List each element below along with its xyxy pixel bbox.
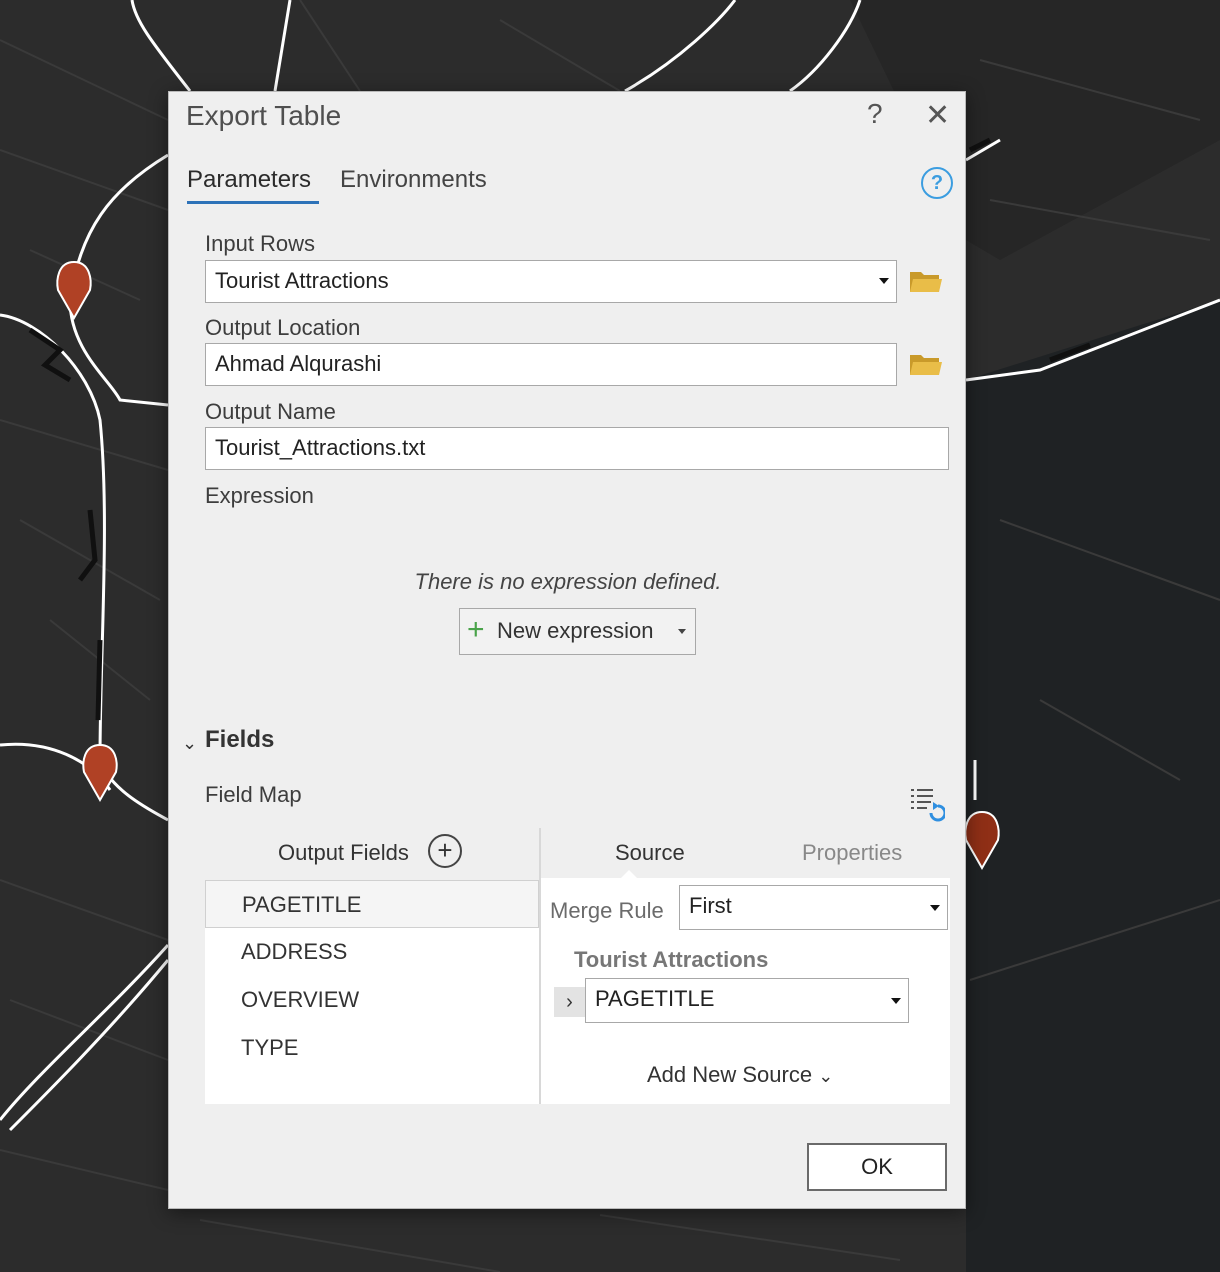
- output-fields-title: Output Fields: [278, 840, 409, 865]
- output-location-value: Ahmad Alqurashi: [215, 351, 382, 376]
- tool-help-icon[interactable]: ?: [921, 167, 953, 199]
- new-expression-label: New expression: [497, 618, 654, 643]
- no-expression-text: There is no expression defined.: [414, 569, 722, 594]
- chevron-down-icon: [879, 278, 889, 284]
- list-item[interactable]: TYPE: [205, 1024, 539, 1072]
- input-rows-label: Input Rows: [205, 231, 316, 256]
- merge-rule-label: Merge Rule: [550, 898, 664, 923]
- chevron-down-icon: [891, 998, 901, 1004]
- folder-icon[interactable]: [909, 351, 943, 377]
- add-new-source-button[interactable]: Add New Source ⌄: [647, 1062, 833, 1088]
- list-item[interactable]: PAGETITLE: [205, 880, 539, 928]
- input-rows-select[interactable]: Tourist Attractions: [205, 260, 897, 303]
- chevron-down-icon[interactable]: ⌄: [182, 733, 197, 754]
- list-item[interactable]: OVERVIEW: [205, 976, 539, 1024]
- export-table-dialog: Export Table ? ✕ Parameters Environments…: [168, 91, 966, 1209]
- output-name-value: Tourist_Attractions.txt: [215, 435, 426, 460]
- merge-rule-select[interactable]: First: [679, 885, 948, 930]
- fields-section-title: Fields: [205, 726, 275, 753]
- tab-parameters[interactable]: Parameters: [187, 166, 311, 194]
- source-field-select[interactable]: PAGETITLE: [585, 978, 909, 1023]
- folder-icon[interactable]: [909, 268, 943, 294]
- tab-active-indicator: [187, 201, 319, 204]
- output-name-input[interactable]: Tourist_Attractions.txt: [205, 427, 949, 470]
- ok-button[interactable]: OK: [807, 1143, 947, 1191]
- input-rows-value: Tourist Attractions: [215, 268, 389, 293]
- add-circle-icon[interactable]: +: [428, 834, 462, 868]
- tab-properties[interactable]: Properties: [802, 840, 902, 866]
- source-table-label: Tourist Attractions: [574, 947, 769, 972]
- add-new-source-label: Add New Source: [647, 1062, 813, 1087]
- tab-pointer: [620, 870, 638, 879]
- field-map-label: Field Map: [205, 782, 302, 807]
- chevron-right-icon[interactable]: ›: [554, 987, 585, 1017]
- chevron-down-icon: [678, 629, 686, 634]
- dialog-title: Export Table: [186, 100, 342, 131]
- tab-source[interactable]: Source: [615, 840, 685, 866]
- list-item[interactable]: ADDRESS: [205, 928, 539, 976]
- expression-label: Expression: [205, 483, 314, 508]
- field-map-reset-icon[interactable]: [909, 786, 945, 822]
- output-location-label: Output Location: [205, 315, 361, 340]
- source-field-value: PAGETITLE: [595, 986, 715, 1011]
- close-icon[interactable]: ✕: [925, 98, 950, 133]
- new-expression-button[interactable]: + New expression: [459, 608, 696, 655]
- chevron-down-icon: ⌄: [818, 1066, 834, 1086]
- chevron-down-icon: [930, 905, 940, 911]
- merge-rule-value: First: [689, 893, 732, 918]
- output-name-label: Output Name: [205, 399, 336, 424]
- output-location-input[interactable]: Ahmad Alqurashi: [205, 343, 897, 386]
- help-icon[interactable]: ?: [867, 98, 883, 130]
- tab-environments[interactable]: Environments: [340, 166, 487, 194]
- plus-icon: +: [467, 613, 485, 646]
